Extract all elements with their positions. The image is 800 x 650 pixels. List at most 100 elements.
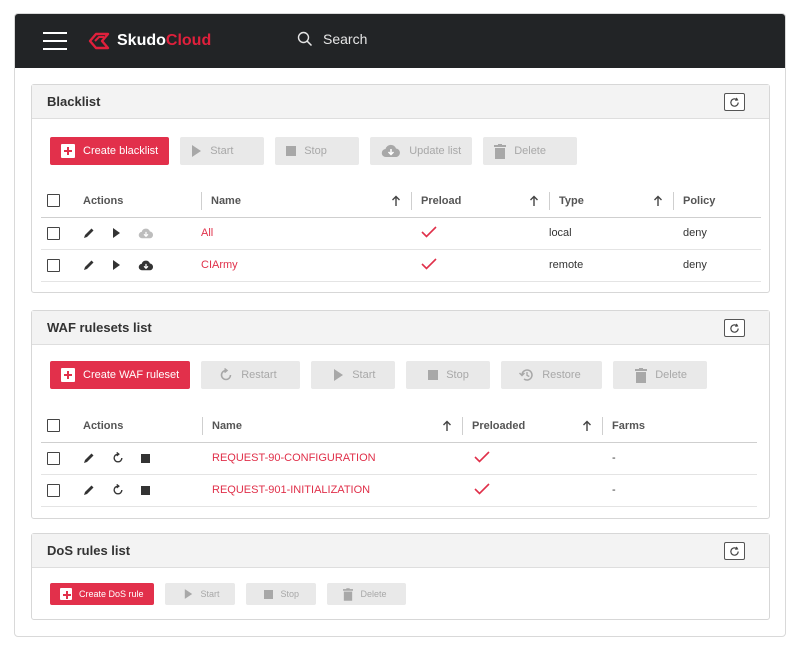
top-navbar: SkudoCloud Search (15, 14, 785, 68)
search-icon (297, 31, 313, 47)
row-checkbox[interactable] (47, 451, 60, 465)
refresh-icon (730, 323, 739, 333)
row-checkbox[interactable] (47, 226, 60, 240)
restore-button[interactable]: Restore (501, 361, 603, 389)
play-icon (184, 589, 192, 599)
trash-icon (494, 143, 507, 159)
stop-button[interactable]: Stop (245, 583, 316, 605)
logo-icon (88, 32, 110, 50)
sort-arrow-icon[interactable] (442, 420, 452, 432)
sort-arrow-icon[interactable] (653, 195, 663, 207)
col-name[interactable]: Name (212, 420, 242, 432)
update-list-button[interactable]: Update list (370, 137, 473, 165)
blacklist-toolbar: Create blacklist Start Stop Update list … (50, 137, 588, 165)
stop-icon (286, 146, 297, 156)
waf-ruleset-name-link[interactable]: REQUEST-90-CONFIGURATION (212, 452, 376, 464)
table-row: REQUEST-90-CONFIGURATION - (41, 442, 757, 475)
play-icon[interactable] (112, 228, 121, 239)
start-button[interactable]: Start (164, 583, 235, 605)
blacklist-name-link[interactable]: CIArmy (201, 259, 238, 271)
restart-icon[interactable] (112, 452, 124, 464)
edit-icon[interactable] (83, 484, 95, 496)
refresh-button[interactable] (724, 542, 745, 560)
blacklist-name-link[interactable]: All (201, 227, 213, 239)
policy-value: deny (683, 227, 707, 239)
search-box[interactable]: Search (297, 31, 367, 47)
col-preload[interactable]: Preload (421, 195, 461, 207)
dos-header: DoS rules list (32, 534, 769, 568)
sort-arrow-icon[interactable] (391, 195, 401, 207)
sort-arrow-icon[interactable] (529, 195, 539, 207)
stop-icon[interactable] (141, 485, 151, 495)
panel-title: Blacklist (47, 94, 101, 109)
play-icon (192, 145, 202, 157)
start-button[interactable]: Start (180, 137, 265, 165)
logo[interactable]: SkudoCloud (87, 30, 211, 52)
refresh-icon (730, 97, 739, 107)
plus-icon (61, 368, 75, 382)
policy-value: deny (683, 259, 707, 271)
stop-icon (428, 370, 439, 380)
logo-text-secondary: Cloud (165, 32, 212, 49)
col-name[interactable]: Name (211, 195, 241, 207)
logo-text-primary: Skudo (117, 32, 166, 49)
refresh-button[interactable] (724, 93, 745, 111)
stop-button[interactable]: Stop (406, 361, 491, 389)
preloaded-check-icon (474, 482, 490, 498)
delete-button[interactable]: Delete (326, 583, 406, 605)
delete-button[interactable]: Delete (613, 361, 708, 389)
delete-button[interactable]: Delete (483, 137, 578, 165)
cloud-download-icon[interactable] (138, 228, 154, 239)
col-preloaded[interactable]: Preloaded (472, 420, 525, 432)
trash-icon (635, 367, 648, 383)
table-header-row: Actions Name Preload Type Policy (41, 185, 761, 218)
plus-icon (60, 588, 72, 600)
cloud-download-icon[interactable] (138, 260, 154, 271)
edit-icon[interactable] (83, 227, 95, 239)
start-button[interactable]: Start (311, 361, 396, 389)
select-all-checkbox[interactable] (47, 419, 60, 433)
stop-icon (263, 589, 273, 599)
restart-button[interactable]: Restart (201, 361, 301, 389)
plus-icon (61, 144, 75, 158)
play-icon (334, 369, 344, 381)
waf-table: Actions Name Preloaded Farms REQUEST-90-… (41, 410, 757, 507)
restart-icon[interactable] (112, 484, 124, 496)
table-header-row: Actions Name Preloaded Farms (41, 410, 757, 443)
trash-icon (342, 587, 353, 601)
row-checkbox[interactable] (47, 483, 60, 497)
farms-value: - (612, 484, 616, 496)
col-actions: Actions (83, 194, 124, 207)
table-row: CIArmy remote deny (41, 249, 761, 282)
create-blacklist-button[interactable]: Create blacklist (50, 137, 170, 165)
restart-icon (220, 368, 232, 381)
edit-icon[interactable] (83, 452, 95, 464)
waf-header: WAF rulesets list (32, 311, 769, 345)
row-checkbox[interactable] (47, 258, 60, 272)
table-row: REQUEST-901-INITIALIZATION - (41, 474, 757, 507)
col-actions: Actions (83, 419, 124, 432)
preload-check-icon (421, 225, 437, 241)
waf-panel: WAF rulesets list Create WAF ruleset Res… (31, 310, 770, 519)
table-row: All local deny (41, 217, 761, 250)
col-farms[interactable]: Farms (612, 420, 645, 432)
waf-toolbar: Create WAF ruleset Restart Start Stop Re… (50, 361, 718, 389)
play-icon[interactable] (112, 260, 121, 271)
col-policy[interactable]: Policy (683, 195, 715, 207)
create-waf-ruleset-button[interactable]: Create WAF ruleset (50, 361, 191, 389)
col-type[interactable]: Type (559, 195, 584, 207)
edit-icon[interactable] (83, 259, 95, 271)
app-window: SkudoCloud Search Blacklist Create black… (14, 13, 786, 637)
refresh-button[interactable] (724, 319, 745, 337)
stop-icon[interactable] (141, 453, 151, 463)
type-value: remote (549, 259, 584, 271)
select-all-checkbox[interactable] (47, 194, 60, 208)
sort-arrow-icon[interactable] (582, 420, 592, 432)
panel-title: DoS rules list (47, 543, 131, 558)
stop-button[interactable]: Stop (275, 137, 360, 165)
create-dos-rule-button[interactable]: Create DoS rule (50, 583, 154, 605)
menu-icon[interactable] (43, 32, 67, 50)
preloaded-check-icon (474, 450, 490, 466)
refresh-icon (730, 546, 739, 556)
waf-ruleset-name-link[interactable]: REQUEST-901-INITIALIZATION (212, 484, 370, 496)
